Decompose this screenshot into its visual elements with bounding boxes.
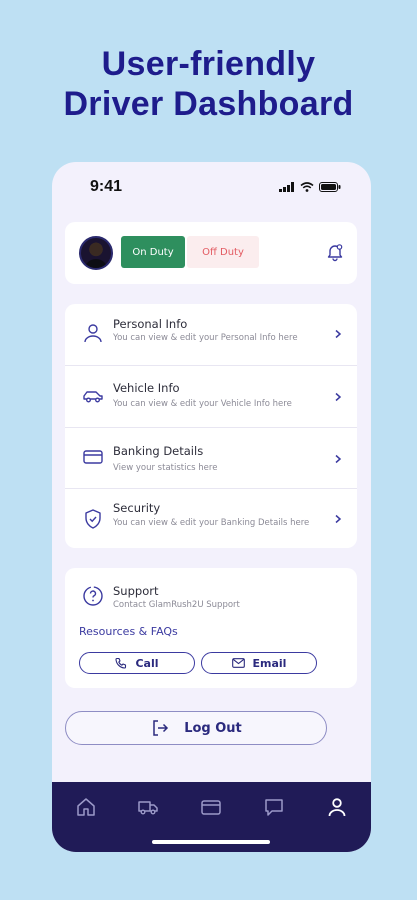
avatar[interactable]	[79, 236, 113, 270]
status-bar: 9:41	[52, 162, 371, 210]
support-subtitle: Contact GlamRush2U Support	[113, 600, 240, 610]
logout-button[interactable]: Log Out	[65, 711, 327, 745]
chevron-right-icon	[335, 454, 342, 464]
wifi-icon	[300, 182, 314, 192]
menu-subtitle: View your statistics here	[113, 463, 218, 473]
user-icon	[84, 324, 102, 343]
shield-icon	[85, 509, 101, 529]
bell-icon[interactable]	[325, 242, 345, 262]
phone-icon	[115, 657, 127, 669]
mail-icon	[231, 658, 245, 668]
headline-line-1: User-friendly	[101, 45, 316, 83]
menu-title: Banking Details	[113, 444, 204, 458]
menu-subtitle: You can view & edit your Personal Info h…	[113, 333, 298, 343]
status-time: 9:41	[90, 178, 123, 195]
status-icons	[279, 182, 341, 192]
menu-title: Security	[113, 501, 161, 515]
logout-label: Log Out	[184, 720, 242, 736]
battery-icon	[319, 182, 341, 192]
headline-line-2: Driver Dashboard	[63, 85, 354, 123]
home-indicator	[152, 840, 270, 844]
call-label: Call	[135, 656, 159, 670]
duty-card: On Duty Off Duty	[65, 222, 357, 284]
logout-icon	[153, 720, 169, 736]
menu-item-banking-details[interactable]: Banking Details View your statistics her…	[65, 428, 357, 489]
menu-item-personal-info[interactable]: Personal Info You can view & edit your P…	[65, 304, 357, 365]
headline: User-friendly Driver Dashboard	[0, 44, 417, 124]
menu-title: Vehicle Info	[113, 381, 180, 395]
resources-faqs-link[interactable]: Resources & FAQs	[79, 625, 178, 638]
card-icon	[83, 450, 103, 464]
support-title: Support	[113, 584, 159, 598]
menu-title: Personal Info	[113, 317, 188, 331]
menu-subtitle: You can view & edit your Banking Details…	[113, 518, 310, 528]
off-duty-button[interactable]: Off Duty	[187, 236, 259, 268]
call-button[interactable]: Call	[79, 652, 195, 674]
phone-screen: 9:41 On Duty Off Duty Personal Info You …	[52, 162, 371, 852]
chevron-right-icon	[335, 329, 342, 339]
car-icon	[83, 391, 103, 403]
signal-icon	[279, 182, 294, 192]
help-icon	[83, 586, 103, 606]
settings-menu: Personal Info You can view & edit your P…	[65, 304, 357, 548]
chat-icon[interactable]	[263, 796, 285, 818]
menu-item-vehicle-info[interactable]: Vehicle Info You can view & edit your Ve…	[65, 366, 357, 427]
bottom-nav	[52, 782, 371, 852]
email-button[interactable]: Email	[201, 652, 317, 674]
chevron-right-icon	[335, 392, 342, 402]
menu-item-security[interactable]: Security You can view & edit your Bankin…	[65, 489, 357, 550]
wallet-icon[interactable]	[200, 796, 222, 818]
on-duty-button[interactable]: On Duty	[121, 236, 185, 268]
truck-icon[interactable]	[137, 796, 159, 818]
menu-subtitle: You can view & edit your Vehicle Info he…	[113, 399, 292, 409]
home-icon[interactable]	[75, 796, 97, 818]
support-card: Support Contact GlamRush2U Support Resou…	[65, 568, 357, 688]
email-label: Email	[252, 656, 287, 670]
chevron-right-icon	[335, 514, 342, 524]
profile-icon[interactable]	[326, 796, 348, 818]
